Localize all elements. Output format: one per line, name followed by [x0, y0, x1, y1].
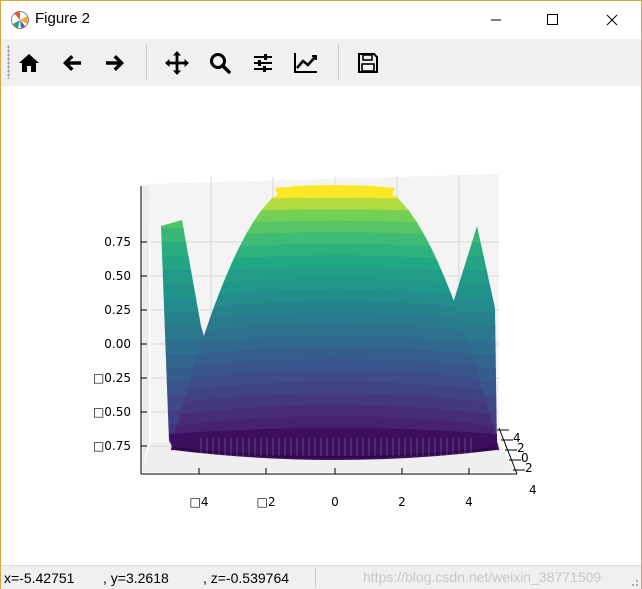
- arrow-right-icon: [106, 55, 124, 71]
- status-bar: x=-5.42751 , y=3.2618 , z=-0.539764 http…: [1, 565, 641, 589]
- cursor-x-readout: x=-5.42751: [4, 570, 75, 586]
- configure-subplots-button[interactable]: [245, 45, 281, 81]
- watermark: https://blog.csdn.net/weixin_38771509: [363, 569, 602, 585]
- title-bar[interactable]: Figure 2: [1, 1, 641, 39]
- forward-button[interactable]: [97, 45, 133, 81]
- figure-window: Figure 2 0.75 0.50 0.25 0.00 □0.25 □0.50…: [0, 0, 642, 589]
- surface-plot[interactable]: 0.75 0.50 0.25 0.00 □0.25 □0.50 □0.75 □4 □2 0 2 4 4 2…: [1, 86, 641, 565]
- zoom-button[interactable]: [202, 45, 238, 81]
- maximize-button[interactable]: [530, 1, 576, 39]
- z-tick-label: 0.00: [104, 337, 131, 351]
- toolbar-separator: [338, 45, 339, 80]
- y-tick-label: 4: [529, 483, 537, 497]
- window-title: Figure 2: [35, 10, 91, 27]
- surface-slab: [245, 220, 425, 235]
- z-tick-label: 0.25: [104, 303, 131, 317]
- matplotlib-icon: [11, 11, 29, 29]
- cursor-z-readout: , z=-0.539764: [203, 570, 290, 586]
- home-icon: [19, 54, 39, 72]
- minimize-button[interactable]: [473, 1, 519, 39]
- resize-grip-icon[interactable]: [629, 577, 639, 587]
- home-button[interactable]: [11, 45, 47, 81]
- save-figure-button[interactable]: [350, 45, 386, 81]
- close-button[interactable]: [589, 1, 635, 39]
- edit-axes-button[interactable]: [288, 45, 324, 81]
- z-tick-label: 0.50: [104, 269, 131, 283]
- back-button[interactable]: [54, 45, 90, 81]
- z-tick-label: □0.75: [93, 439, 131, 453]
- y-tick-label: 2: [525, 461, 533, 475]
- toolbar-separator: [146, 45, 147, 80]
- surface-slab: [252, 208, 418, 223]
- minimize-icon: [491, 19, 501, 21]
- x-tick-label: 2: [398, 495, 406, 509]
- move-icon: [165, 51, 189, 75]
- x-tick-label: □2: [257, 495, 276, 509]
- magnifier-icon: [210, 53, 231, 74]
- arrow-left-icon: [63, 55, 81, 71]
- status-separator: [315, 568, 316, 587]
- cursor-y-readout: , y=3.2618: [103, 570, 169, 586]
- floppy-icon: [358, 53, 378, 73]
- x-tick-label: 0: [331, 495, 339, 509]
- z-tick-label: □0.25: [93, 371, 131, 385]
- pan-button[interactable]: [159, 45, 195, 81]
- figure-canvas[interactable]: 0.75 0.50 0.25 0.00 □0.25 □0.50 □0.75 □4 □2 0 2 4 4 2…: [1, 86, 641, 565]
- x-tick-label: 4: [465, 495, 473, 509]
- navigation-toolbar: [1, 39, 641, 86]
- x-tick-label: □4: [190, 495, 209, 509]
- z-tick-label: 0.75: [104, 235, 131, 249]
- close-icon: [606, 14, 618, 26]
- z-tick-label: □0.50: [93, 405, 131, 419]
- toolbar-grip[interactable]: [7, 45, 10, 79]
- line-chart-icon: [294, 53, 317, 73]
- maximize-icon: [547, 14, 558, 25]
- sliders-icon: [254, 54, 272, 72]
- surface-slab: [261, 197, 409, 211]
